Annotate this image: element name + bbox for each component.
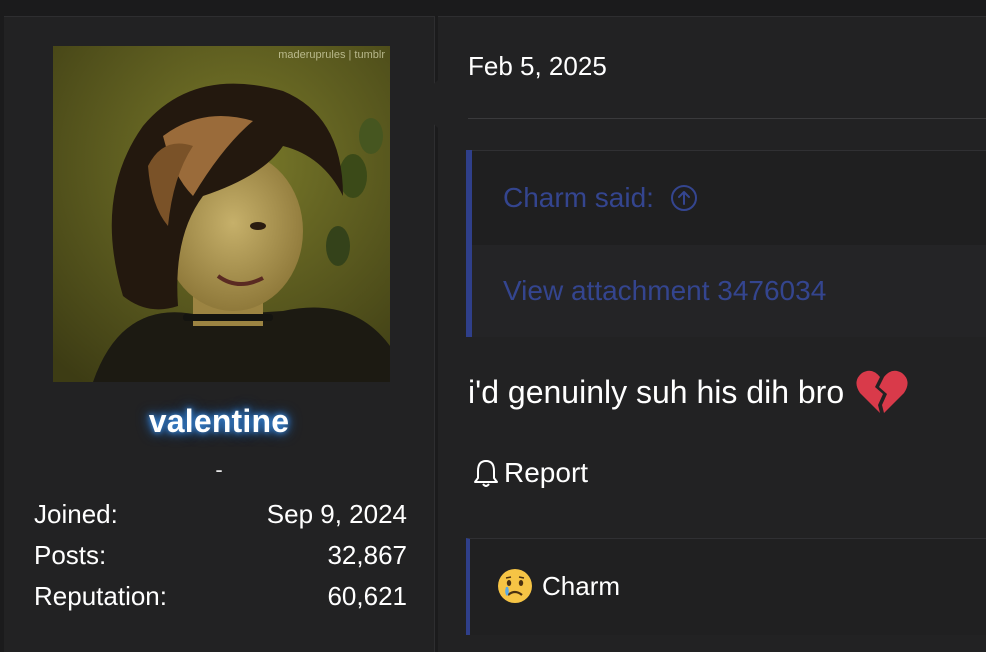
post-message-text: i'd genuinly suh his dih bro [468,373,845,410]
report-button[interactable]: Report [472,457,588,489]
quote-block: Charm said: View attachment 3476034 [466,150,986,337]
attachment-link[interactable]: View attachment 3476034 [503,275,826,307]
stat-label: Joined: [34,499,118,529]
user-info-panel: maderuprules | tumblr valentine - Joined… [4,16,435,652]
quote-header[interactable]: Charm said: [472,150,986,245]
stat-value: 60,621 [327,581,407,611]
stat-row-joined: Joined: Sep 9, 2024 [34,499,407,540]
reactions-bar: Charm [466,538,986,635]
post-message: i'd genuinly suh his dih bro [468,369,908,415]
stat-label: Reputation: [34,581,167,611]
panel-pointer-arrow [412,80,438,128]
divider [468,118,986,119]
post-content-panel: Feb 5, 2025 Charm said: View attachment … [438,16,986,652]
broken-heart-icon [856,370,908,413]
stat-label: Posts: [34,540,107,570]
forum-post-page: maderuprules | tumblr valentine - Joined… [0,0,986,652]
post-date[interactable]: Feb 5, 2025 [468,51,607,82]
stat-value: 32,867 [327,540,407,570]
arrow-up-circle-icon[interactable] [670,184,698,212]
bell-icon [474,460,498,487]
user-title: - [215,457,223,482]
report-label[interactable]: Report [504,457,588,489]
stat-row-reputation: Reputation: 60,621 [34,581,407,622]
reaction-user[interactable]: Charm [542,571,620,602]
avatar[interactable]: maderuprules | tumblr [53,46,390,382]
stat-value: Sep 9, 2024 [266,499,407,529]
quote-body: View attachment 3476034 [472,245,986,337]
username[interactable]: valentine [4,403,434,440]
avatar-image: maderuprules | tumblr [53,46,390,382]
quote-author-label[interactable]: Charm said: [503,182,654,214]
stat-row-posts: Posts: 32,867 [34,540,407,581]
user-stats: Joined: Sep 9, 2024 Posts: 32,867 Reputa… [34,499,407,622]
reaction-item[interactable]: Charm [496,567,620,605]
crying-face-icon [498,569,532,603]
avatar-watermark: maderuprules | tumblr [278,49,385,61]
